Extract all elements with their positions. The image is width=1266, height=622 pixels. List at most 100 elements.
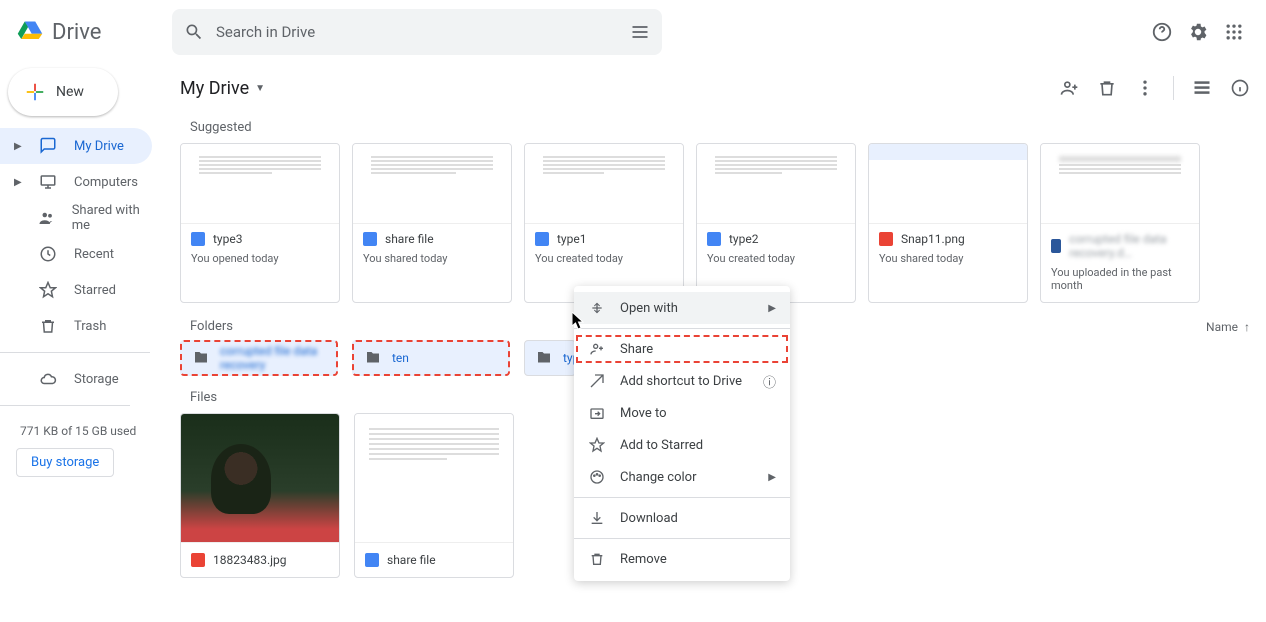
nav-my-drive[interactable]: ▶ My Drive (0, 128, 152, 164)
apps-icon[interactable] (1222, 20, 1246, 44)
cm-open-with[interactable]: Open with ▶ (574, 292, 790, 324)
suggested-card[interactable]: type1You created today (524, 143, 684, 303)
file-sub: You uploaded in the past month (1051, 266, 1189, 292)
nav: ▶ My Drive ▶ Computers ▶ Shared with me … (0, 128, 164, 344)
nav-computers[interactable]: ▶ Computers (0, 164, 152, 200)
header: Drive Search in Drive (0, 0, 1266, 64)
folder-item[interactable]: corrupted file data recovery (180, 340, 338, 376)
person-add-icon (588, 341, 606, 357)
sidebar: New ▶ My Drive ▶ Computers ▶ Shared with… (0, 64, 164, 622)
cm-label: Change color (620, 470, 697, 485)
thumb (697, 144, 855, 224)
header-actions (1150, 20, 1258, 44)
nav-trash[interactable]: ▶ Trash (0, 308, 152, 344)
suggested-card[interactable]: corrupted file data recovery.d… You uploa… (1040, 143, 1200, 303)
cloud-icon (38, 370, 58, 388)
arrow-right-icon: ▶ (768, 472, 776, 483)
file-name: 18823483.jpg (213, 553, 286, 567)
list-view-icon[interactable] (1192, 78, 1212, 98)
file-name: type1 (557, 232, 586, 246)
cm-download[interactable]: Download (574, 502, 790, 534)
info-icon[interactable] (1230, 78, 1250, 98)
tune-icon[interactable] (630, 22, 650, 42)
storage-used: 771 KB of 15 GB used (0, 414, 164, 448)
separator (1173, 76, 1174, 100)
file-name: type2 (729, 232, 758, 246)
app-name: Drive (52, 20, 101, 45)
buy-storage-button[interactable]: Buy storage (16, 448, 114, 477)
nav-starred[interactable]: ▶ Starred (0, 272, 152, 308)
cm-label: Open with (620, 301, 678, 316)
breadcrumb[interactable]: My Drive ▼ (180, 78, 265, 99)
docs-icon (535, 232, 549, 246)
folder-item[interactable]: typ (524, 340, 576, 376)
nav-label: Shared with me (72, 203, 152, 233)
arrow-up-icon: ↑ (1244, 320, 1250, 334)
trash-icon (588, 551, 606, 567)
nav-recent[interactable]: ▶ Recent (0, 236, 152, 272)
file-item[interactable]: 18823483.jpg (180, 413, 340, 578)
cm-share[interactable]: Share (574, 333, 790, 365)
share-person-icon[interactable] (1059, 78, 1079, 98)
context-menu: Open with ▶ Share Add shortcut to Drive … (574, 286, 790, 581)
arrow-right-icon: ▶ (768, 303, 776, 314)
clock-icon (38, 245, 58, 263)
people-icon (38, 209, 56, 227)
more-icon[interactable] (1135, 78, 1155, 98)
search-placeholder: Search in Drive (216, 23, 618, 41)
divider (0, 352, 150, 353)
suggested-card[interactable]: type3You opened today (180, 143, 340, 303)
caret-icon: ▶ (14, 141, 22, 152)
suggested-label: Suggested (190, 120, 1250, 135)
search-icon (184, 22, 204, 42)
file-sub: You created today (707, 252, 845, 265)
star-icon (38, 281, 58, 299)
thumb (181, 144, 339, 224)
sort-button[interactable]: Name ↑ (1206, 320, 1250, 334)
thumb (869, 144, 1027, 224)
file-name: share file (385, 232, 434, 246)
nav-shared[interactable]: ▶ Shared with me (0, 200, 152, 236)
suggested-card[interactable]: Snap11.pngYou shared today (868, 143, 1028, 303)
cm-remove[interactable]: Remove (574, 543, 790, 575)
divider (574, 328, 790, 329)
cm-label: Add to Starred (620, 438, 703, 453)
folders-label: Folders (190, 319, 233, 334)
file-name: corrupted file data recovery.d… (1069, 232, 1189, 260)
palette-icon (588, 469, 606, 485)
download-icon (588, 510, 606, 526)
word-icon (1051, 239, 1061, 253)
cm-move-to[interactable]: Move to (574, 397, 790, 429)
file-name: type3 (213, 232, 242, 246)
docs-icon (363, 232, 377, 246)
logo-area[interactable]: Drive (8, 18, 172, 46)
suggested-card[interactable]: share file You shared today (352, 143, 512, 303)
drive-icon (38, 137, 58, 155)
file-item[interactable]: share file (354, 413, 514, 578)
folder-icon (364, 349, 382, 367)
docs-icon (365, 553, 379, 567)
nav2: ▶ Storage (0, 361, 164, 397)
sort-label: Name (1206, 320, 1238, 334)
cm-add-starred[interactable]: Add to Starred (574, 429, 790, 461)
info-icon: ⓘ (763, 372, 776, 391)
folder-item[interactable]: ten (352, 340, 510, 376)
cm-change-color[interactable]: Change color ▶ (574, 461, 790, 493)
file-sub: You shared today (363, 252, 501, 265)
search-bar[interactable]: Search in Drive (172, 9, 662, 55)
new-button[interactable]: New (8, 68, 118, 116)
plus-icon (24, 81, 46, 103)
file-sub: You shared today (879, 252, 1017, 265)
shortcut-icon (588, 373, 606, 389)
docs-icon (191, 232, 205, 246)
gear-icon[interactable] (1186, 20, 1210, 44)
divider (574, 497, 790, 498)
help-icon[interactable] (1150, 20, 1174, 44)
caret-icon: ▶ (14, 177, 22, 188)
trash-icon[interactable] (1097, 78, 1117, 98)
nav-storage[interactable]: ▶ Storage (0, 361, 152, 397)
image-icon (879, 232, 893, 246)
move-icon (588, 405, 606, 421)
suggested-card[interactable]: type2 You created today (696, 143, 856, 303)
cm-add-shortcut[interactable]: Add shortcut to Drive ⓘ (574, 365, 790, 397)
